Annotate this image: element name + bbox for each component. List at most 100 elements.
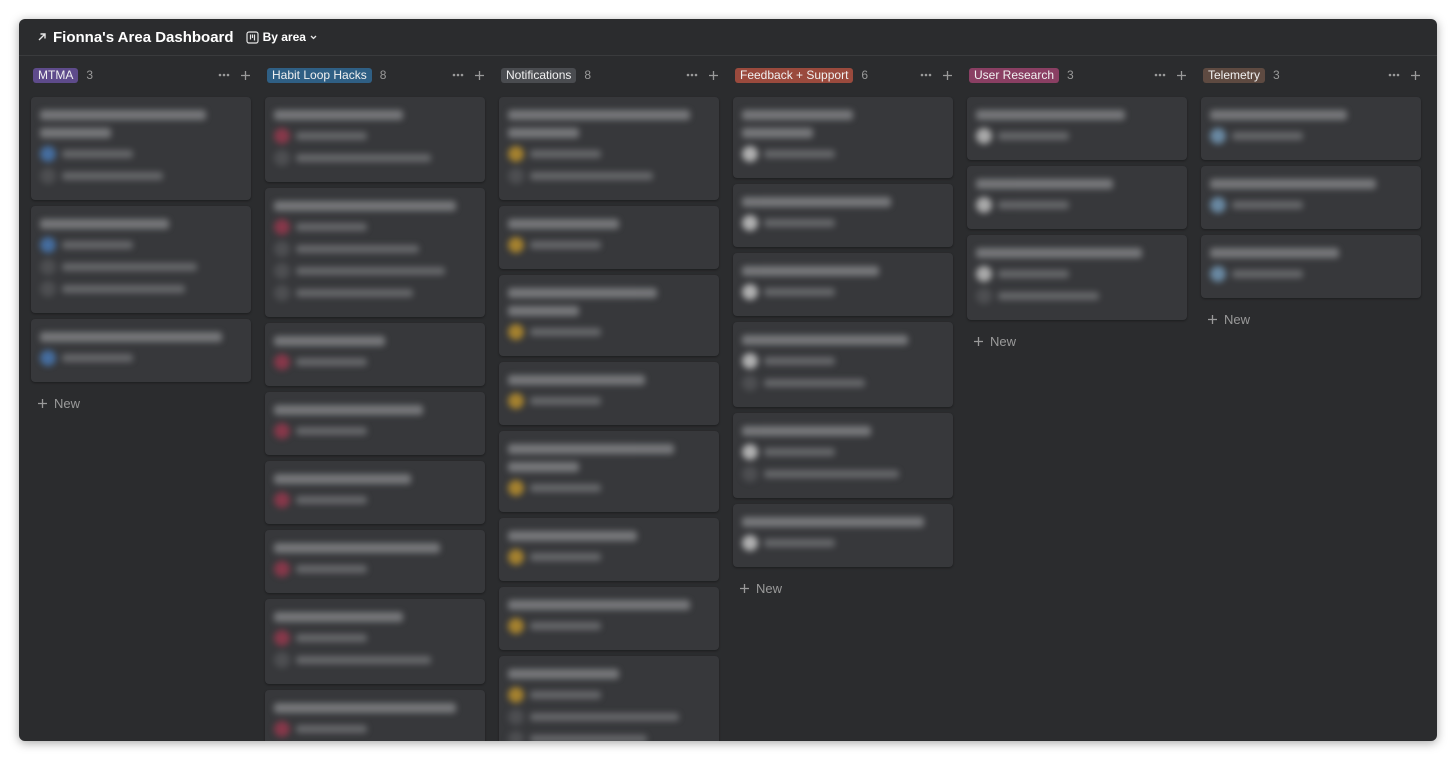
board-card[interactable] (733, 184, 953, 247)
card-list (31, 97, 253, 382)
column-header: Telemetry 3 (1201, 67, 1423, 83)
chevron-down-icon (309, 33, 318, 42)
card-content-redacted (40, 219, 242, 297)
card-content-redacted (1210, 110, 1412, 144)
add-card-icon[interactable] (474, 70, 485, 81)
kanban-board: MTMA 3 New Habit Loop Hacks 8 New Notification… (31, 67, 1435, 741)
board-card[interactable] (265, 392, 485, 455)
board-column: Habit Loop Hacks8New (265, 67, 487, 741)
board-column: Notifications8New (499, 67, 721, 741)
board-card[interactable] (499, 518, 719, 581)
column-tag[interactable]: Habit Loop Hacks (267, 67, 372, 83)
card-content-redacted (508, 288, 710, 340)
new-card-button[interactable]: New (31, 396, 253, 411)
board-card[interactable] (1201, 166, 1421, 229)
board-card[interactable] (499, 275, 719, 356)
card-content-redacted (742, 426, 944, 482)
board-card[interactable] (31, 319, 251, 382)
board-card[interactable] (265, 188, 485, 317)
board-card[interactable] (733, 253, 953, 316)
card-content-redacted (976, 110, 1178, 144)
card-content-redacted (274, 405, 476, 439)
new-card-label: New (1224, 312, 1251, 327)
view-selector-label: By area (262, 30, 306, 44)
card-content-redacted (742, 110, 944, 162)
more-options-icon[interactable] (1388, 73, 1400, 77)
board-card[interactable] (733, 322, 953, 407)
arrow-up-right-icon[interactable] (35, 30, 49, 44)
card-content-redacted (274, 201, 476, 301)
more-options-icon[interactable] (920, 73, 932, 77)
column-tag[interactable]: MTMA (33, 67, 79, 83)
board-card[interactable] (1201, 97, 1421, 160)
add-card-icon[interactable] (1176, 70, 1187, 81)
column-tag[interactable]: Notifications (501, 67, 577, 83)
card-content-redacted (508, 110, 710, 184)
card-content-redacted (1210, 179, 1412, 213)
new-card-button[interactable]: New (733, 581, 955, 596)
card-content-redacted (40, 332, 242, 366)
new-card-button[interactable]: New (967, 334, 1189, 349)
column-actions (686, 70, 719, 81)
card-content-redacted (274, 474, 476, 508)
board-card[interactable] (733, 504, 953, 567)
column-count: 3 (1273, 68, 1280, 82)
board-card[interactable] (967, 97, 1187, 160)
more-options-icon[interactable] (218, 73, 230, 77)
page-header: Fionna's Area Dashboard By area (19, 19, 1437, 56)
board-card[interactable] (499, 431, 719, 512)
board-column: Feedback + Support 6 New (733, 67, 955, 741)
card-content-redacted (742, 335, 944, 391)
view-selector-button[interactable]: By area (245, 30, 318, 44)
board-column: User Research 3 New (967, 67, 1189, 741)
more-options-icon[interactable] (686, 73, 698, 77)
board-card[interactable] (499, 206, 719, 269)
column-tag[interactable]: Telemetry (1203, 67, 1266, 83)
column-actions (1154, 70, 1187, 81)
add-card-icon[interactable] (240, 70, 251, 81)
board-card[interactable] (265, 323, 485, 386)
plus-icon (973, 336, 984, 347)
board-view-icon (245, 30, 259, 44)
card-content-redacted (508, 375, 710, 409)
board-card[interactable] (265, 690, 485, 741)
card-content-redacted (274, 336, 476, 370)
board-card[interactable] (967, 235, 1187, 320)
column-tag[interactable]: User Research (969, 67, 1060, 83)
board-card[interactable] (499, 362, 719, 425)
board-card[interactable] (1201, 235, 1421, 298)
card-list (1201, 97, 1423, 298)
dashboard-window: Fionna's Area Dashboard By area MTMA 3 New… (19, 19, 1437, 741)
board-card[interactable] (499, 97, 719, 200)
more-options-icon[interactable] (1154, 73, 1166, 77)
board-card[interactable] (31, 206, 251, 313)
board-card[interactable] (31, 97, 251, 200)
board-card[interactable] (967, 166, 1187, 229)
add-card-icon[interactable] (708, 70, 719, 81)
board-card[interactable] (733, 97, 953, 178)
card-content-redacted (976, 248, 1178, 304)
board-card[interactable] (265, 97, 485, 182)
new-card-button[interactable]: New (1201, 312, 1423, 327)
card-content-redacted (508, 219, 710, 253)
column-tag[interactable]: Feedback + Support (735, 67, 854, 83)
column-actions (452, 70, 485, 81)
card-list (499, 97, 721, 741)
column-actions (920, 70, 953, 81)
add-card-icon[interactable] (942, 70, 953, 81)
board-column: MTMA 3 New (31, 67, 253, 741)
board-card[interactable] (499, 587, 719, 650)
board-card[interactable] (265, 599, 485, 684)
column-actions (1388, 70, 1421, 81)
add-card-icon[interactable] (1410, 70, 1421, 81)
board-card[interactable] (733, 413, 953, 498)
card-content-redacted (274, 543, 476, 577)
card-content-redacted (274, 612, 476, 668)
card-content-redacted (976, 179, 1178, 213)
more-options-icon[interactable] (452, 73, 464, 77)
board-card[interactable] (265, 530, 485, 593)
card-content-redacted (40, 110, 242, 184)
board-card[interactable] (499, 656, 719, 741)
board-card[interactable] (265, 461, 485, 524)
new-card-label: New (990, 334, 1017, 349)
